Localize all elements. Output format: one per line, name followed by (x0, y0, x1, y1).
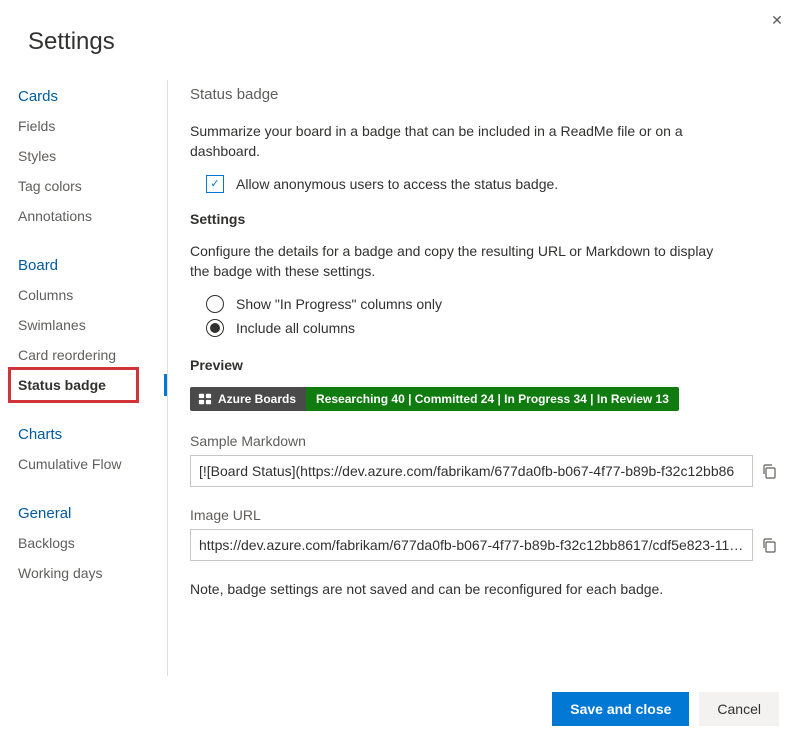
settings-sidebar: Cards Fields Styles Tag colors Annotatio… (0, 80, 168, 676)
radio-include-all[interactable]: Include all columns (190, 319, 777, 337)
sidebar-item-backlogs[interactable]: Backlogs (18, 528, 167, 558)
cancel-button[interactable]: Cancel (699, 692, 779, 726)
radio-label: Show "In Progress" columns only (236, 296, 442, 312)
sidebar-item-tag-colors[interactable]: Tag colors (18, 171, 167, 201)
image-url-label: Image URL (190, 507, 777, 523)
close-icon[interactable]: ✕ (769, 12, 785, 28)
preview-heading: Preview (190, 357, 777, 373)
radio-label: Include all columns (236, 320, 355, 336)
markdown-input[interactable] (190, 455, 753, 487)
save-and-close-button[interactable]: Save and close (552, 692, 689, 726)
sidebar-item-status-badge[interactable]: Status badge (18, 370, 167, 400)
page-title: Status badge (190, 86, 777, 103)
sidebar-item-styles[interactable]: Styles (18, 141, 167, 171)
dialog-footer: Save and close Cancel (552, 692, 779, 726)
settings-heading: Settings (190, 211, 777, 227)
intro-text: Summarize your board in a badge that can… (190, 121, 730, 161)
copy-icon[interactable] (761, 537, 777, 553)
note-text: Note, badge settings are not saved and c… (190, 581, 777, 597)
radio-icon (206, 295, 224, 313)
sidebar-section-cards[interactable]: Cards (18, 80, 167, 111)
sidebar-section-charts[interactable]: Charts (18, 418, 167, 449)
sidebar-item-columns[interactable]: Columns (18, 280, 167, 310)
markdown-label: Sample Markdown (190, 433, 777, 449)
dialog-body: Cards Fields Styles Tag colors Annotatio… (0, 80, 801, 676)
sidebar-section-general[interactable]: General (18, 497, 167, 528)
badge-status-label: Researching 40 | Committed 24 | In Progr… (306, 387, 679, 411)
sidebar-item-card-reordering[interactable]: Card reordering (18, 340, 167, 370)
sidebar-item-working-days[interactable]: Working days (18, 558, 167, 588)
boards-icon (198, 392, 212, 406)
badge-product: Azure Boards (190, 387, 306, 411)
checkbox-icon: ✓ (206, 175, 224, 193)
copy-icon[interactable] (761, 463, 777, 479)
radio-in-progress-only[interactable]: Show "In Progress" columns only (190, 295, 777, 313)
sidebar-item-fields[interactable]: Fields (18, 111, 167, 141)
radio-icon (206, 319, 224, 337)
main-panel: Status badge Summarize your board in a b… (168, 80, 801, 676)
sidebar-item-swimlanes[interactable]: Swimlanes (18, 310, 167, 340)
checkbox-label: Allow anonymous users to access the stat… (236, 176, 558, 192)
settings-intro: Configure the details for a badge and co… (190, 241, 730, 281)
allow-anonymous-checkbox[interactable]: ✓ Allow anonymous users to access the st… (190, 175, 777, 193)
sidebar-section-board[interactable]: Board (18, 249, 167, 280)
badge-product-label: Azure Boards (218, 392, 296, 406)
status-badge-preview: Azure Boards Researching 40 | Committed … (190, 387, 679, 411)
sidebar-item-annotations[interactable]: Annotations (18, 201, 167, 231)
image-url-input[interactable] (190, 529, 753, 561)
column-option-group: Show "In Progress" columns only Include … (190, 295, 777, 337)
sidebar-item-cumulative-flow[interactable]: Cumulative Flow (18, 449, 167, 479)
dialog-title: Settings (0, 0, 801, 80)
